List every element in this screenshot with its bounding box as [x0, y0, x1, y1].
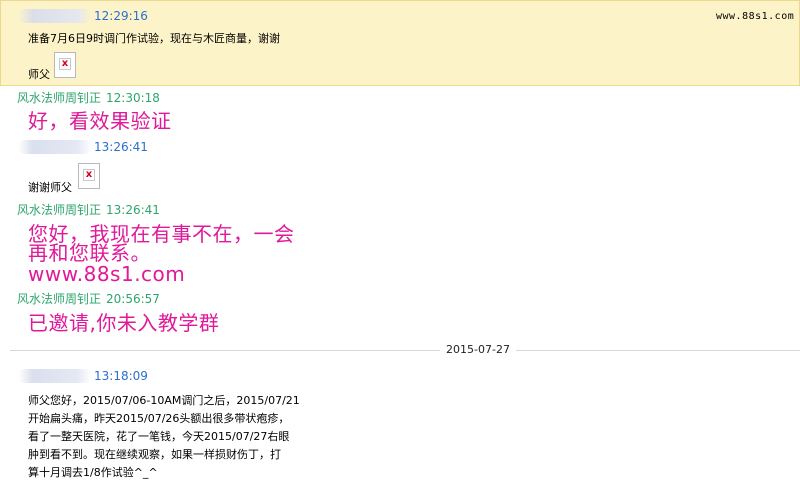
- message-time: 13:26:41: [106, 203, 160, 217]
- sender-name[interactable]: 风水法师周钊正: [17, 91, 101, 105]
- message-line: 师父您好，2015/07/06-10AM调门之后，2015/07/21: [28, 394, 300, 407]
- message-line: 肿到看不到。现在继续观察，如果一样损财伤丁，打: [28, 448, 281, 461]
- watermark: www.88s1.com: [716, 11, 795, 22]
- chat-history: www.88s1.com 12:29:16 准备7月6日9时调门作试验，现在与木…: [0, 0, 800, 495]
- message-time: 12:29:16: [94, 9, 148, 23]
- date-divider-line: [516, 350, 800, 351]
- message-time: 12:30:18: [106, 91, 160, 105]
- message-time: 13:26:41: [94, 140, 148, 154]
- sender-name-blurred: [18, 9, 92, 23]
- message-text: 准备7月6日9时调门作试验，现在与木匠商量，谢谢: [28, 32, 280, 45]
- sender-name-blurred: [18, 369, 92, 383]
- message-text: 谢谢师父: [28, 181, 72, 194]
- broken-image-icon[interactable]: x: [78, 163, 100, 189]
- sender-name-blurred: [18, 140, 92, 154]
- message-text: 师父: [28, 68, 50, 81]
- message-line: 算十月调去1/8作试验^_^: [28, 466, 158, 479]
- message-time: 20:56:57: [106, 292, 160, 306]
- sender-name[interactable]: 风水法师周钊正: [17, 203, 101, 217]
- message-text: 已邀请,你未入教学群: [28, 311, 220, 335]
- message-text: 您好，我现在有事不在，一会 再和您联系。 www.88s1.com: [28, 223, 295, 286]
- sender-name[interactable]: 风水法师周钊正: [17, 292, 101, 306]
- message-line: www.88s1.com: [28, 262, 186, 286]
- date-divider-line: [10, 350, 440, 351]
- broken-image-icon[interactable]: x: [54, 52, 76, 78]
- message-text: 好，看效果验证: [28, 109, 172, 133]
- message-line: 开始扁头痛，昨天2015/07/26头额出很多带状疱疹，: [28, 412, 290, 425]
- message-text: 师父您好，2015/07/06-10AM调门之后，2015/07/21 开始扁头…: [28, 393, 300, 481]
- message-line: 看了一整天医院，花了一笔钱，今天2015/07/27右眼: [28, 430, 290, 443]
- date-divider: 2015-07-27: [440, 343, 516, 357]
- message-time: 13:18:09: [94, 369, 148, 383]
